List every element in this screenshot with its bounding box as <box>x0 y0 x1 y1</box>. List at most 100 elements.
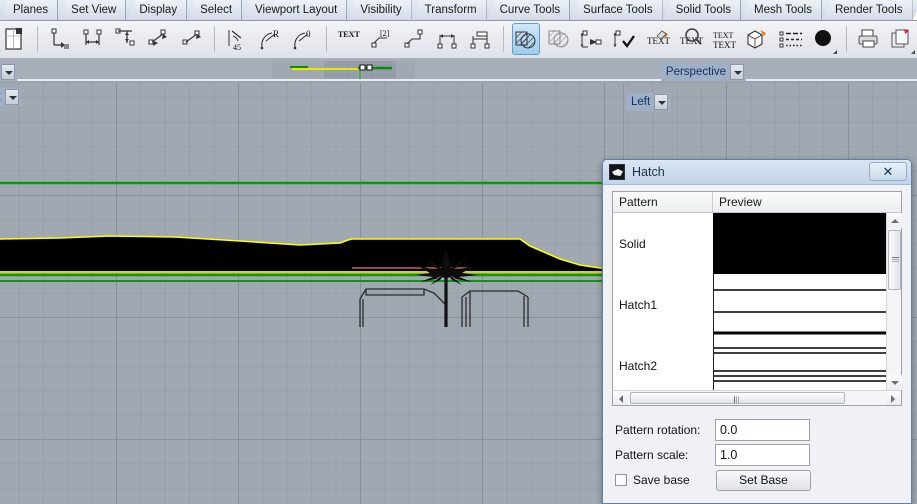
aligned-dimension-icon[interactable] <box>145 23 173 55</box>
rotated-dimension-icon[interactable] <box>178 23 206 55</box>
rhino-logo-icon <box>609 164 625 180</box>
perspective-viewport[interactable]: p Perspective <box>0 59 917 81</box>
column-header-preview[interactable]: Preview <box>713 192 901 212</box>
toolbar-separator <box>214 26 216 52</box>
scrollbar-thumb-vertical[interactable] <box>888 230 901 290</box>
text-edit-icon[interactable]: TEXT <box>644 23 672 55</box>
diameter-dimension-icon[interactable]: 0 <box>290 23 318 55</box>
radius-dimension-icon[interactable]: R <box>257 23 285 55</box>
toolbar-separator <box>503 26 505 52</box>
tab-set-view[interactable]: Set View <box>58 0 127 20</box>
terrain-solid-hatch <box>0 236 623 273</box>
flyout-corner-icon <box>832 50 837 54</box>
text-icon-label: TEXT <box>337 29 360 39</box>
make2d-icon[interactable] <box>744 23 772 55</box>
angle-dimension-icon[interactable]: 45 <box>224 23 252 55</box>
chevron-down-icon[interactable] <box>730 64 744 80</box>
dialog-body: Pattern Preview Solid Hatch1 Hatch2 Patt… <box>603 185 911 503</box>
structure-right <box>461 290 529 327</box>
tab-display[interactable]: Display <box>126 0 188 20</box>
pattern-name-solid: Solid <box>613 213 713 274</box>
tab-visibility[interactable]: Visibility <box>347 0 412 20</box>
viewport-title-left[interactable]: Left <box>626 93 671 111</box>
tab-drafting[interactable]: Drafting <box>912 0 917 20</box>
viewport-title-partial-left-label: k <box>0 91 1 103</box>
svg-text:TEXT: TEXT <box>713 31 734 40</box>
svg-text:[2]: [2] <box>380 29 390 38</box>
scrollbar-thumb-horizontal[interactable] <box>630 392 845 404</box>
pattern-rotation-input[interactable] <box>715 419 810 441</box>
pattern-scale-input[interactable] <box>715 444 810 466</box>
tab-render-tools[interactable]: Render Tools <box>821 0 913 20</box>
viewport-title-perspective[interactable]: Perspective <box>660 63 746 81</box>
dimension-style-icon[interactable] <box>578 23 606 55</box>
text-find-icon[interactable]: TEXT <box>677 23 705 55</box>
dialog-title-bar[interactable]: Hatch ✕ <box>603 160 911 185</box>
scroll-right-icon[interactable] <box>886 391 901 405</box>
tab-select[interactable]: Select <box>187 0 243 20</box>
tab-surface-tools[interactable]: Surface Tools <box>570 0 663 20</box>
column-header-pattern[interactable]: Pattern <box>613 192 713 212</box>
pattern-scale-label: Pattern scale: <box>615 448 689 462</box>
page-layout-icon[interactable] <box>888 23 916 55</box>
tab-mesh-tools[interactable]: Mesh Tools <box>741 0 822 20</box>
hatch-icon[interactable] <box>512 23 541 55</box>
close-icon[interactable]: ✕ <box>869 162 907 181</box>
chevron-down-icon[interactable] <box>654 94 669 110</box>
drafting-toolbar[interactable]: 45 R 0 TEXT [2] TEXT TEXT TEXT TEXT <box>0 21 917 59</box>
chevron-down-icon[interactable] <box>4 89 19 105</box>
scroll-down-icon[interactable] <box>887 375 902 390</box>
dimension-continue-icon[interactable] <box>434 23 462 55</box>
pattern-scale-row: Pattern scale: <box>615 444 903 466</box>
horizontal-dimension-icon[interactable] <box>79 23 107 55</box>
tab-curve-tools[interactable]: Curve Tools <box>486 0 571 20</box>
pattern-list-rows[interactable]: Solid Hatch1 Hatch2 <box>613 213 886 390</box>
tab-viewport-layout[interactable]: Viewport Layout <box>242 0 348 20</box>
pattern-rotation-label: Pattern rotation: <box>615 423 701 437</box>
hatch-boundary-icon[interactable] <box>545 23 573 55</box>
print-display-icon[interactable] <box>810 23 838 55</box>
vertical-scrollbar[interactable] <box>886 213 902 390</box>
dialog-title-label: Hatch <box>632 165 665 179</box>
pattern-list[interactable]: Pattern Preview Solid Hatch1 Hatch2 <box>612 191 902 406</box>
ordinate-dimension-icon[interactable]: [2] <box>368 23 396 55</box>
chevron-down-icon[interactable] <box>1 64 16 80</box>
list-item[interactable]: Hatch2 <box>613 335 886 390</box>
viewport-title-left-label: Left <box>631 96 651 108</box>
tab-planes[interactable]: Planes <box>0 0 59 20</box>
horizontal-scrollbar[interactable] <box>613 390 901 405</box>
text-block-icon[interactable]: TEXT TEXT <box>711 23 739 55</box>
tab-solid-tools[interactable]: Solid Tools <box>662 0 742 20</box>
viewport-title-perspective-label: Perspective <box>665 66 726 78</box>
list-item[interactable]: Hatch1 <box>613 274 886 335</box>
tab-transform[interactable]: Transform <box>411 0 487 20</box>
linetype-icon[interactable] <box>777 23 805 55</box>
save-base-checkbox[interactable] <box>615 474 627 486</box>
layout-page-icon[interactable] <box>1 23 29 55</box>
dimension-recenter-icon[interactable] <box>611 23 639 55</box>
pattern-rotation-row: Pattern rotation: <box>615 419 903 441</box>
list-item[interactable]: Solid <box>613 213 886 274</box>
viewport-mini-preview <box>272 61 415 79</box>
scroll-left-icon[interactable] <box>613 391 628 405</box>
svg-text:R: R <box>273 29 279 39</box>
print-icon[interactable] <box>855 23 883 55</box>
hatch-dialog[interactable]: Hatch ✕ Pattern Preview Solid Hatch1 Hat… <box>602 159 912 504</box>
svg-text:0: 0 <box>306 29 311 39</box>
linear-dimension-icon[interactable] <box>46 23 74 55</box>
svg-text:45: 45 <box>233 43 241 52</box>
ribbon-tab-bar[interactable]: Planes Set View Display Select Viewport Layo… <box>0 0 917 21</box>
set-base-button[interactable]: Set Base <box>716 470 811 491</box>
viewport-title-partial[interactable]: p <box>0 63 18 81</box>
pattern-name-hatch2: Hatch2 <box>613 335 713 390</box>
leader-icon[interactable] <box>401 23 429 55</box>
save-base-label: Save base <box>633 473 690 487</box>
pattern-preview-hatch1 <box>713 274 886 335</box>
text-icon[interactable]: TEXT <box>335 23 363 55</box>
structure-left <box>359 288 447 327</box>
vertical-dimension-icon[interactable] <box>112 23 140 55</box>
viewport-title-partial-left[interactable]: k <box>0 88 21 106</box>
baseline-dimension-icon[interactable] <box>467 23 495 55</box>
toolbar-separator <box>845 26 847 52</box>
scroll-up-icon[interactable] <box>887 213 902 228</box>
